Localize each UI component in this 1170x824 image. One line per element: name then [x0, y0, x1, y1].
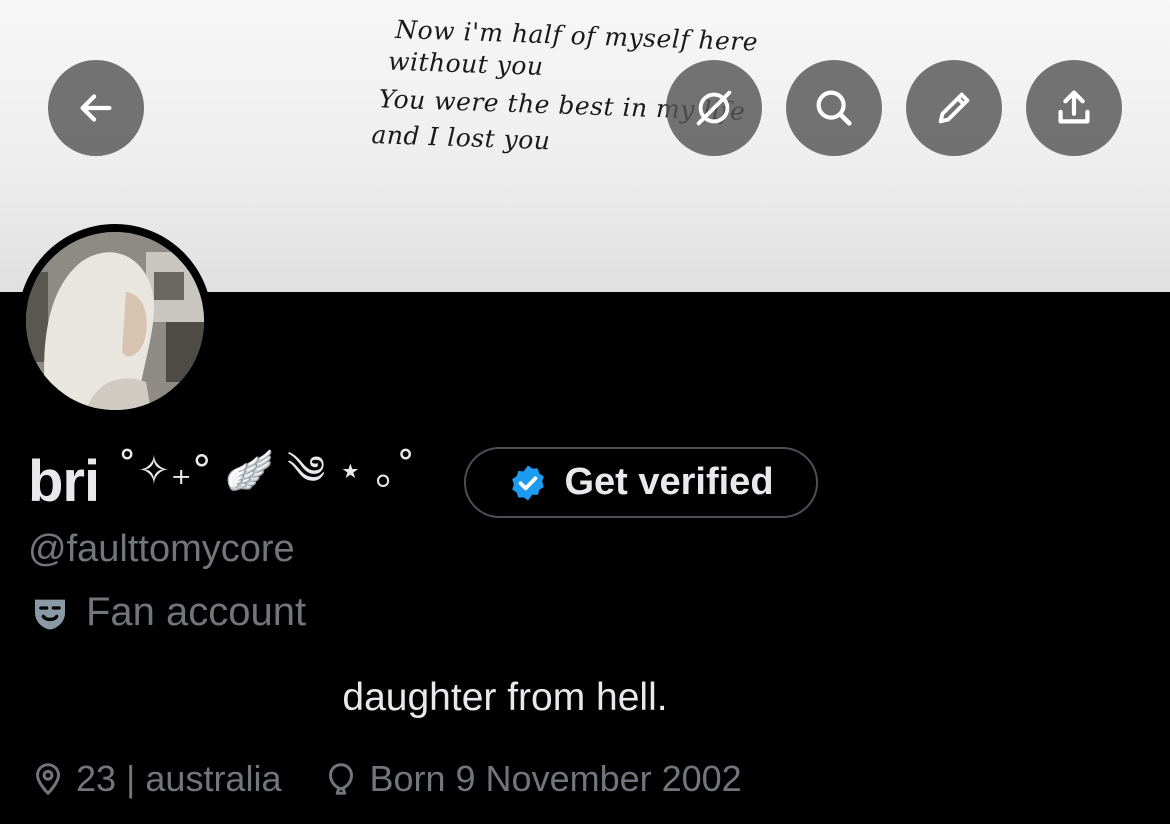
theater-masks-icon — [35, 599, 65, 630]
profile-bio: daughter from hell. — [342, 676, 668, 719]
share-button[interactable] — [1026, 60, 1122, 156]
search-icon — [816, 90, 852, 126]
edit-button[interactable] — [906, 60, 1002, 156]
avatar-photo — [26, 232, 204, 410]
category-label: Fan account — [86, 590, 307, 634]
balloon-icon — [329, 763, 354, 795]
location-text: 23 | australia — [76, 758, 282, 799]
birthday-item: Born 9 November 2002 — [323, 758, 742, 800]
profile-meta: 23 | australia Born 9 November 2002 — [30, 758, 784, 800]
grok-icon — [696, 90, 732, 126]
search-button[interactable] — [786, 60, 882, 156]
get-verified-button[interactable]: Get verified — [464, 447, 818, 518]
back-button[interactable] — [48, 60, 144, 156]
profile-name-row: bri ˚✧₊° 🪽 ༄ ⋆ ｡˚ — [28, 440, 416, 522]
location-item: 23 | australia — [30, 758, 281, 800]
grok-button[interactable] — [666, 60, 762, 156]
verified-badge-icon — [512, 465, 545, 500]
birthday-text: Born 9 November 2002 — [369, 758, 742, 799]
display-name: bri — [28, 448, 100, 514]
arrow-left-icon — [80, 94, 112, 122]
name-decoration: ˚✧₊° 🪽 ༄ ⋆ ｡˚ — [117, 447, 416, 494]
avatar[interactable] — [18, 224, 212, 418]
profile-handle: @faulttomycore — [28, 528, 295, 570]
location-pin-icon — [35, 763, 61, 796]
get-verified-label: Get verified — [564, 461, 774, 503]
profile-category: Fan account — [30, 590, 306, 635]
pencil-icon — [938, 92, 970, 124]
share-icon — [1058, 90, 1090, 124]
